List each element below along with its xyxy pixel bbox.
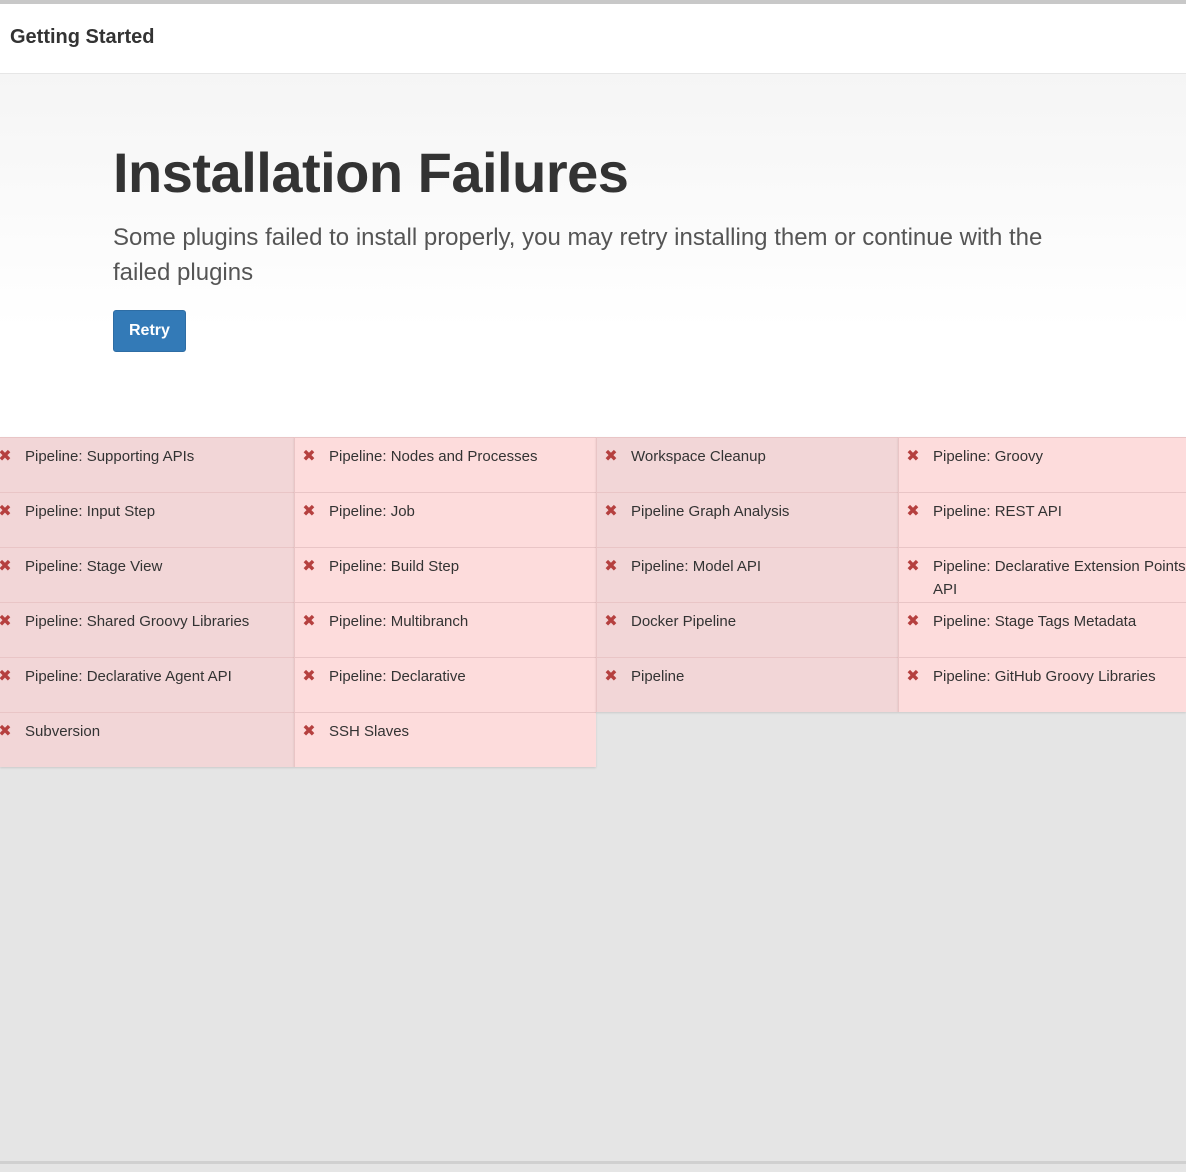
plugin-name: Pipeline — [631, 668, 685, 685]
close-icon: ✖ — [0, 668, 13, 686]
plugin-item: ✖ Pipeline: Nodes and Processes — [294, 437, 596, 492]
plugin-item: ✖ Pipeline: Stage View — [0, 547, 294, 602]
close-icon: ✖ — [302, 613, 316, 630]
close-icon: ✖ — [906, 613, 920, 630]
plugin-name: Pipeline: Multibranch — [329, 613, 469, 630]
plugin-name: Pipeline: Stage View — [25, 558, 163, 575]
plugin-name: SSH Slaves — [329, 723, 410, 740]
close-icon: ✖ — [302, 558, 316, 575]
plugin-name: Pipeline: Input Step — [25, 503, 156, 520]
plugin-item: ✖ Workspace Cleanup — [596, 437, 898, 492]
plugin-item: ✖ Pipeline: Supporting APIs — [0, 437, 294, 492]
plugin-name: Pipeline: GitHub Groovy Libraries — [933, 668, 1156, 685]
footer-divider — [0, 1161, 1186, 1164]
plugin-name: Pipeline Graph Analysis — [631, 503, 790, 520]
plugin-item: ✖ Docker Pipeline — [596, 602, 898, 657]
close-icon: ✖ — [302, 503, 316, 520]
plugin-item: ✖ Pipeline: Input Step — [0, 492, 294, 547]
plugin-item: ✖ Pipeline: Declarative Extension Points … — [898, 547, 1186, 602]
plugin-item: ✖ Subversion — [0, 712, 294, 767]
close-icon: ✖ — [0, 503, 13, 521]
plugin-name: Subversion — [25, 723, 101, 740]
retry-button[interactable]: Retry — [113, 310, 186, 352]
plugin-item: ✖ Pipeline — [596, 657, 898, 712]
plugin-item: ✖ Pipeline: Job — [294, 492, 596, 547]
plugin-name: Pipeline: Groovy — [933, 448, 1044, 465]
close-icon: ✖ — [906, 558, 920, 575]
close-icon: ✖ — [302, 723, 316, 740]
close-icon: ✖ — [906, 668, 920, 685]
close-icon: ✖ — [0, 448, 13, 466]
close-icon: ✖ — [604, 613, 618, 630]
close-icon: ✖ — [0, 558, 13, 576]
close-icon: ✖ — [906, 503, 920, 520]
plugin-item: ✖ Pipeline: GitHub Groovy Libraries — [898, 657, 1186, 712]
plugin-column-4: ✖ Pipeline: Groovy ✖ Pipeline: REST API ✖ P… — [898, 437, 1186, 712]
plugin-name: Pipeline: Stage Tags Metadata — [933, 613, 1137, 630]
close-icon: ✖ — [604, 503, 618, 520]
plugin-item: ✖ Pipeline: Multibranch — [294, 602, 596, 657]
plugin-item: ✖ Pipeline: Model API — [596, 547, 898, 602]
plugin-column-1: ✖ Pipeline: Supporting APIs ✖ Pipeline: In… — [0, 437, 294, 767]
plugin-name: Pipeline: Job — [329, 503, 415, 520]
failure-summary: Installation Failures Some plugins faile… — [0, 74, 1186, 437]
plugin-name: Pipeline: Shared Groovy Libraries — [25, 613, 250, 630]
close-icon: ✖ — [604, 668, 618, 685]
plugin-name: Pipeline: Model API — [631, 558, 762, 575]
close-icon: ✖ — [604, 558, 618, 575]
plugin-name: Docker Pipeline — [631, 613, 737, 630]
setup-wizard-window: Getting Started Installation Failures So… — [0, 0, 1186, 1172]
close-icon: ✖ — [302, 448, 316, 465]
plugin-item: ✖ Pipeline: Shared Groovy Libraries — [0, 602, 294, 657]
close-icon: ✖ — [906, 448, 920, 465]
close-icon: ✖ — [302, 668, 316, 685]
header-title: Getting Started — [10, 26, 155, 48]
plugin-item: ✖ Pipeline: Declarative Agent API — [0, 657, 294, 712]
plugin-item: ✖ Pipeline: Stage Tags Metadata — [898, 602, 1186, 657]
plugin-name: Pipeline: Build Step — [329, 558, 460, 575]
wizard-header: Getting Started — [0, 4, 1186, 74]
plugin-name: Workspace Cleanup — [631, 448, 766, 465]
plugin-name: Pipeline: Declarative — [329, 668, 466, 685]
plugin-item: ✖ Pipeline Graph Analysis — [596, 492, 898, 547]
close-icon: ✖ — [0, 613, 13, 631]
failure-description: Some plugins failed to install properly,… — [113, 224, 1043, 286]
plugin-column-2: ✖ Pipeline: Nodes and Processes ✖ Pipeline… — [294, 437, 596, 767]
plugin-column-3: ✖ Workspace Cleanup ✖ Pipeline Graph Analy… — [596, 437, 898, 712]
plugin-name: Pipeline: REST API — [933, 503, 1062, 520]
close-icon: ✖ — [604, 448, 618, 465]
page-title: Installation Failures — [113, 141, 629, 204]
close-icon: ✖ — [0, 723, 13, 741]
plugin-item: ✖ Pipeline: Declarative — [294, 657, 596, 712]
plugin-item: ✖ SSH Slaves — [294, 712, 596, 767]
plugin-name: Pipeline: Declarative Agent API — [25, 668, 232, 685]
plugin-item: ✖ Pipeline: Groovy — [898, 437, 1186, 492]
plugin-name: Pipeline: Declarative Extension Points A… — [933, 558, 1186, 598]
plugin-name: Pipeline: Nodes and Processes — [329, 448, 538, 465]
plugin-name: Pipeline: Supporting APIs — [25, 448, 195, 465]
plugin-item: ✖ Pipeline: REST API — [898, 492, 1186, 547]
plugin-item: ✖ Pipeline: Build Step — [294, 547, 596, 602]
plugin-status-grid: ✖ Pipeline: Supporting APIs ✖ Pipeline: In… — [0, 437, 1186, 767]
